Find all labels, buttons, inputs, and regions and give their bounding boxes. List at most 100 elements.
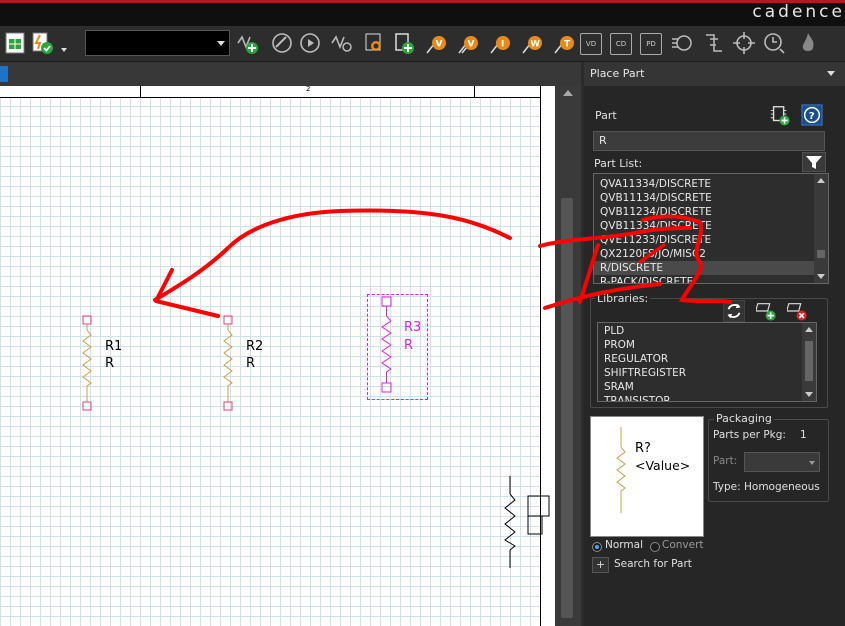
scroll-up-icon[interactable] <box>817 178 825 183</box>
canvas-scrollbar[interactable] <box>555 86 581 626</box>
cd-icon[interactable]: CD <box>610 33 632 55</box>
parts-per-pkg-label: Parts per Pkg: <box>713 429 786 441</box>
scroll-up-icon[interactable] <box>563 90 573 96</box>
find-part-icon[interactable] <box>362 31 386 55</box>
svg-text:T: T <box>564 40 571 50</box>
part-value: R <box>404 338 414 353</box>
schematic-canvas[interactable]: 2 R1 R R2 R R3 R <box>0 86 555 626</box>
part-list-item[interactable]: R/DISCRETE <box>594 261 828 275</box>
title-strip: cadence <box>0 0 845 26</box>
resistor-r2[interactable] <box>221 314 241 412</box>
help-icon[interactable]: ? <box>801 104 823 126</box>
part-list-item[interactable]: QX2120FS/JO/MISC2 <box>594 247 828 261</box>
current-marker-icon[interactable]: I <box>488 31 512 55</box>
library-list-item[interactable]: SRAM <box>598 380 816 394</box>
svg-text:V: V <box>436 40 443 50</box>
toolbar: V V I W T VD CD PD <box>0 26 845 62</box>
part-search-input[interactable]: R <box>593 131 825 151</box>
part-list-item[interactable]: QVA11334/DISCRETE <box>594 177 828 191</box>
library-list-scrollbar[interactable] <box>802 323 816 401</box>
voltage-marker-icon[interactable]: V <box>424 31 448 55</box>
part-list-label: Part List: <box>594 157 643 170</box>
find-net-icon[interactable] <box>330 31 354 55</box>
lightning-check-icon[interactable] <box>30 31 54 55</box>
chevron-down-icon[interactable] <box>61 48 67 52</box>
part-select-label: Part: <box>713 455 738 467</box>
part-select[interactable] <box>744 452 820 472</box>
part-list-item[interactable]: QVB11334/DISCRETE <box>594 219 828 233</box>
probe-icon[interactable] <box>270 31 294 55</box>
scroll-up-icon[interactable] <box>805 327 813 332</box>
ruler-tick <box>474 86 475 98</box>
play-icon[interactable] <box>298 31 322 55</box>
part-ref: R1 <box>105 339 123 354</box>
scroll-down-icon[interactable] <box>817 274 825 279</box>
library-list-item[interactable]: TRANSISTOR <box>598 394 816 401</box>
chevron-down-icon[interactable] <box>827 71 835 76</box>
search-for-part-label[interactable]: Search for Part <box>614 558 692 570</box>
part-list-item[interactable]: QVB11134/DISCRETE <box>594 191 828 205</box>
remove-library-icon[interactable] <box>787 300 809 322</box>
part-value: R <box>246 356 256 371</box>
run-icon[interactable] <box>670 31 694 55</box>
radio-normal[interactable] <box>592 542 602 552</box>
add-library-icon[interactable] <box>756 300 778 322</box>
packaging-title: Packaging <box>714 412 774 425</box>
netlist-icon[interactable] <box>702 31 726 55</box>
filter-icon[interactable] <box>802 152 826 172</box>
preview-resistor <box>616 427 626 513</box>
chevron-down-icon[interactable] <box>217 41 225 46</box>
part-list-item[interactable]: QVE11233/DISCRETE <box>594 233 828 247</box>
scroll-thumb[interactable] <box>817 250 825 258</box>
resistor-partial[interactable] <box>500 476 555 568</box>
chevron-down-icon[interactable] <box>809 461 815 465</box>
search-expand-button[interactable]: + <box>592 557 609 573</box>
top-ruler: 2 <box>0 86 555 98</box>
svg-text:I: I <box>501 40 504 50</box>
part-list-scrollbar[interactable] <box>814 174 828 283</box>
resistor-r3[interactable] <box>379 294 399 394</box>
add-part-icon[interactable] <box>769 104 791 126</box>
radio-normal-label[interactable]: Normal <box>605 539 643 551</box>
libraries-label: Libraries: <box>595 292 651 305</box>
target-icon[interactable] <box>732 31 756 55</box>
part-ref: R2 <box>246 339 264 354</box>
sheet-tab[interactable] <box>0 66 8 82</box>
flame-icon[interactable] <box>796 31 820 55</box>
brand-logo: cadence <box>752 2 845 22</box>
scroll-thumb[interactable] <box>805 341 813 381</box>
scroll-thumb[interactable] <box>561 198 573 618</box>
svg-text:W: W <box>531 40 541 50</box>
library-list[interactable]: PLD PROM REGULATOR SHIFTREGISTER SRAM TRANSIS… <box>597 322 817 402</box>
resistor-r1[interactable] <box>80 314 100 412</box>
library-list-item[interactable]: SHIFTREGISTER <box>598 366 816 380</box>
scroll-down-icon[interactable] <box>805 392 813 397</box>
place-part-icon[interactable] <box>392 31 416 55</box>
part-list-item[interactable]: QVB11234/DISCRETE <box>594 205 828 219</box>
add-part-icon[interactable] <box>236 31 260 55</box>
pd-icon[interactable]: PD <box>640 33 662 55</box>
part-list-item[interactable]: R-PACK/DISCRETE <box>594 275 828 283</box>
parts-per-pkg-value: 1 <box>800 429 807 441</box>
part-value: R <box>105 356 115 371</box>
library-list-item[interactable]: PROM <box>598 338 816 352</box>
refresh-icon[interactable] <box>723 300 745 322</box>
vd-icon[interactable]: VD <box>580 33 602 55</box>
library-list-item[interactable]: REGULATOR <box>598 352 816 366</box>
grid-sheet-icon[interactable] <box>3 31 27 55</box>
library-list-item[interactable]: PLD <box>598 324 816 338</box>
power-marker-icon[interactable]: W <box>520 31 544 55</box>
ruler-number: 2 <box>306 86 311 93</box>
part-list[interactable]: QVA11334/DISCRETE QVB11134/DISCRETE QVB112… <box>593 173 829 284</box>
ruler-tick <box>140 86 141 98</box>
type-label: Type: <box>713 481 741 493</box>
svg-text:V: V <box>468 40 475 50</box>
title-marker-icon[interactable]: T <box>552 31 576 55</box>
design-combo[interactable] <box>85 30 230 56</box>
radio-convert[interactable] <box>650 542 660 552</box>
voltage-diff-icon[interactable]: V <box>456 31 480 55</box>
clock-icon[interactable] <box>762 31 786 55</box>
accent-line <box>0 0 845 3</box>
part-ref: R3 <box>404 320 422 335</box>
radio-convert-label[interactable]: Convert <box>662 539 704 551</box>
